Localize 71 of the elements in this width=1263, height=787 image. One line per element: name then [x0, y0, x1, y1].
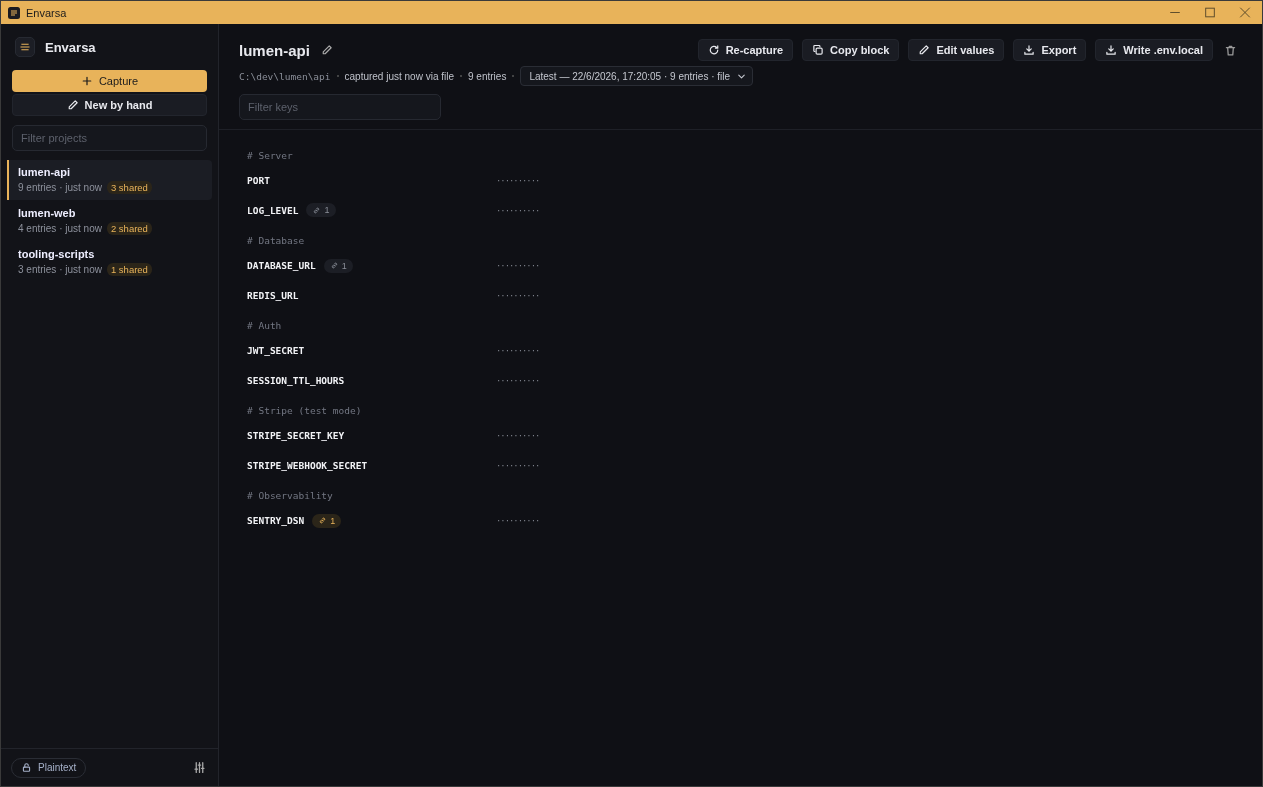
new-by-hand-button[interactable]: New by hand [12, 94, 207, 116]
masked-value: ·········· [497, 204, 541, 216]
project-item[interactable]: lumen-api 9 entries · just now 3 shared [7, 160, 212, 200]
action-button[interactable]: Edit values [908, 39, 1005, 61]
masked-value: ·········· [497, 515, 541, 527]
action-button[interactable]: Re-capture [697, 39, 794, 61]
download-icon [1023, 44, 1036, 56]
entry-count: 9 entries [468, 70, 507, 82]
unlock-icon [21, 762, 32, 773]
env-key: PORT [247, 175, 270, 187]
link-icon [329, 261, 339, 271]
filter-projects-field[interactable]: Filter projects [12, 125, 207, 151]
trash-icon[interactable] [1224, 43, 1237, 57]
masked-value: ·········· [497, 175, 541, 187]
env-key: SESSION_TTL_HOURS [247, 374, 345, 386]
capture-button[interactable]: Capture [12, 70, 207, 92]
filter-keys-field[interactable]: Filter keys [239, 94, 441, 120]
env-key: SENTRY_DSN [247, 515, 305, 527]
shared-count: 1 shared [106, 263, 152, 276]
env-key: STRIPE_WEBHOOK_SECRET [247, 459, 368, 471]
app-name: Envarsa [45, 39, 96, 55]
env-key: JWT_SECRET [247, 345, 305, 357]
project-name: lumen-api [18, 166, 71, 178]
project-meta: 4 entries · just now [18, 223, 102, 234]
masked-value: ·········· [497, 260, 541, 272]
action-button[interactable]: Write .env.local [1095, 39, 1213, 61]
env-key: REDIS_URL [247, 289, 299, 301]
link-count: 1 [324, 205, 330, 216]
link-count: 1 [341, 260, 347, 271]
group-heading: # Server [247, 148, 294, 163]
action-button[interactable]: Export [1013, 39, 1087, 61]
copy-icon [812, 44, 825, 56]
masked-value: ·········· [497, 289, 541, 301]
shared-count: 3 shared [106, 181, 152, 194]
env-key: DATABASE_URL [247, 260, 316, 272]
project-meta: 3 entries · just now [18, 264, 102, 275]
app-icon [8, 6, 20, 19]
project-meta: 9 entries · just now [18, 182, 102, 193]
shared-count: 2 shared [106, 222, 152, 235]
action-button[interactable]: Copy block [802, 39, 900, 61]
project-name: lumen-web [18, 207, 77, 219]
link-count: 1 [330, 515, 336, 526]
pencil-icon [918, 44, 931, 56]
pencil-icon[interactable] [320, 44, 333, 56]
project-item[interactable]: tooling-scripts 3 entries · just now 1 shared [7, 242, 212, 282]
group-heading: # Stripe (test mode) [247, 403, 363, 418]
project-item[interactable]: lumen-web 4 entries · just now 2 shared [7, 201, 212, 241]
project-path: C:\dev\lumen\api [239, 70, 331, 82]
pencil-icon [66, 99, 79, 111]
capture-info: captured just now via file [344, 70, 455, 82]
link-icon [318, 516, 328, 526]
masked-value: ·········· [497, 374, 541, 386]
logo-icon [15, 37, 35, 57]
env-key: STRIPE_SECRET_KEY [247, 430, 345, 442]
masked-value: ·········· [497, 345, 541, 357]
snapshot-select[interactable]: Latest — 22/6/2026, 17:20:05 · 9 entries · file [520, 66, 754, 86]
plaintext-button[interactable]: Plaintext [11, 757, 87, 778]
group-heading: # Auth [247, 318, 283, 333]
project-title: lumen-api [239, 41, 310, 59]
project-name: tooling-scripts [18, 248, 96, 260]
group-heading: # Database [247, 233, 306, 248]
download-icon [1105, 44, 1118, 56]
window-title: Envarsa [26, 6, 67, 19]
refresh-icon [707, 44, 720, 56]
masked-value: ·········· [497, 430, 541, 442]
link-icon [312, 205, 322, 215]
sliders-icon[interactable] [193, 761, 206, 774]
masked-value: ·········· [497, 459, 541, 471]
env-key: LOG_LEVEL [247, 204, 299, 216]
group-heading: # Observability [247, 488, 334, 503]
plus-icon [80, 75, 93, 87]
